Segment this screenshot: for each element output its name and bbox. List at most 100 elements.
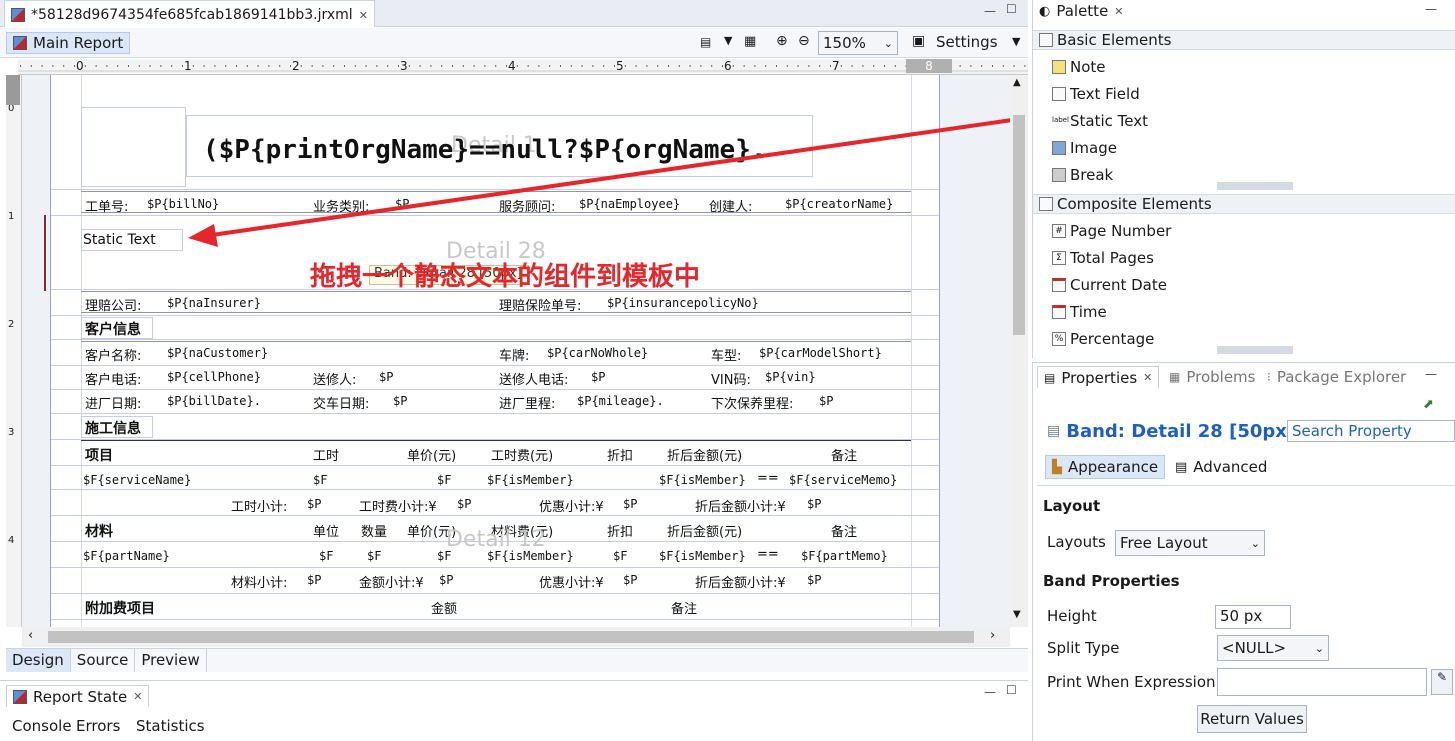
tab-design[interactable]: Design <box>6 649 71 672</box>
search-property-input[interactable]: Search Property <box>1287 420 1455 442</box>
scroll-thumb[interactable] <box>1013 115 1025 335</box>
palette-item-label: Text Field <box>1070 85 1140 103</box>
minimize-icon[interactable]: — <box>1425 367 1437 381</box>
clock-calendar-icon <box>1052 305 1066 319</box>
minimize-icon[interactable]: — <box>984 685 996 699</box>
scroll-up-icon[interactable]: ▲ <box>1013 77 1021 88</box>
tab-advanced-label: Advanced <box>1193 458 1268 476</box>
scroll-thumb[interactable] <box>48 631 974 643</box>
palette-group-basic[interactable]: Basic Elements <box>1033 30 1455 50</box>
composite-elements-label: Composite Elements <box>1057 195 1212 213</box>
pin-icon[interactable]: ⬈ <box>1423 397 1434 412</box>
return-values-button[interactable]: Return Values <box>1197 705 1307 733</box>
palette-group-composite[interactable]: Composite Elements <box>1033 194 1455 214</box>
scroll-down-icon[interactable]: ▼ <box>1013 609 1021 620</box>
properties-icon: ▤ <box>1044 370 1056 385</box>
tab-source[interactable]: Source <box>71 649 136 672</box>
band-section-title: Band Properties <box>1043 572 1180 590</box>
layouts-select[interactable]: Free Layout ⌄ <box>1115 530 1265 556</box>
vertical-scrollbar[interactable]: ▲ ▼ <box>1010 75 1028 627</box>
palette-item-label: Break <box>1070 166 1114 184</box>
basic-elements-icon <box>1039 33 1053 47</box>
palette-scroll-handle[interactable] <box>1217 182 1293 190</box>
palette-item-label: Total Pages <box>1070 249 1154 267</box>
layout-section-title: Layout <box>1043 497 1101 515</box>
image-icon <box>1052 141 1066 155</box>
scroll-left-icon[interactable]: ‹ <box>28 628 33 643</box>
divider <box>1037 485 1455 486</box>
report-state-title: Report State <box>33 687 128 706</box>
palette-item-label: Static Text <box>1070 112 1148 130</box>
hash-icon: # <box>1052 224 1066 238</box>
problems-icon: ▦ <box>1169 370 1181 384</box>
layouts-value: Free Layout <box>1120 534 1208 552</box>
expression-editor-icon[interactable]: ✎ <box>1431 669 1453 695</box>
chevron-down-icon: ⌄ <box>1250 536 1260 550</box>
minimize-icon[interactable]: — <box>1425 2 1437 16</box>
close-icon[interactable]: ✕ <box>1114 5 1123 18</box>
palette-item-label: Time <box>1070 303 1107 321</box>
tab-errors[interactable]: Errors <box>76 717 120 735</box>
palette-scroll-handle[interactable] <box>1217 346 1293 354</box>
basic-elements-label: Basic Elements <box>1057 31 1172 49</box>
band-title: Band: Detail 28 [50px] <box>1066 420 1296 442</box>
palette-item-break[interactable]: Break <box>1052 166 1113 184</box>
palette-item-total-pages[interactable]: Σ Total Pages <box>1052 249 1154 267</box>
palette-item-percentage[interactable]: % Percentage <box>1052 330 1154 348</box>
palette-item-label: Note <box>1070 58 1106 76</box>
tab-console[interactable]: Console <box>12 717 72 735</box>
close-icon[interactable]: ✕ <box>133 690 142 703</box>
close-icon[interactable]: ✕ <box>1143 371 1152 384</box>
print-when-input[interactable] <box>1217 668 1427 696</box>
break-icon <box>1052 168 1066 182</box>
annotation-text: 拖拽一个静态文本的组件到模板中 <box>310 262 701 292</box>
palette-tab[interactable]: ◐ Palette ✕ <box>1039 0 1124 22</box>
split-type-value: <NULL> <box>1222 639 1287 657</box>
package-icon: ⁝ <box>1267 370 1271 384</box>
palette-item-label: Current Date <box>1070 276 1167 294</box>
tab-advanced[interactable]: ▤ Advanced <box>1171 455 1271 479</box>
calendar-icon <box>1052 278 1066 292</box>
horizontal-scrollbar[interactable]: ‹ › <box>22 627 1010 647</box>
tab-properties[interactable]: ▤ Properties ✕ <box>1037 366 1160 388</box>
tab-appearance-label: Appearance <box>1068 458 1159 476</box>
percent-icon: % <box>1052 332 1066 346</box>
tab-statistics[interactable]: Statistics <box>136 717 205 735</box>
maximize-icon[interactable]: ☐ <box>1006 683 1017 697</box>
static-text-icon: label <box>1052 114 1069 128</box>
annotation-arrowhead <box>188 224 218 247</box>
scroll-right-icon[interactable]: › <box>990 628 995 643</box>
tab-problems[interactable]: ▦ Problems <box>1169 366 1255 388</box>
note-icon <box>1052 60 1066 74</box>
report-state-icon <box>13 689 27 704</box>
palette-item-time[interactable]: Time <box>1052 303 1107 321</box>
height-label: Height <box>1047 607 1097 625</box>
palette-item-page-number[interactable]: # Page Number <box>1052 222 1171 240</box>
palette-item-current-date[interactable]: Current Date <box>1052 276 1167 294</box>
height-input[interactable]: 50 px <box>1215 605 1291 629</box>
advanced-icon: ▤ <box>1175 459 1188 475</box>
palette-item-text-field[interactable]: Text Field <box>1052 85 1140 103</box>
band-icon: ▤ <box>1047 423 1061 439</box>
palette-item-image[interactable]: Image <box>1052 139 1117 157</box>
tab-preview[interactable]: Preview <box>135 649 207 672</box>
layouts-label: Layouts <box>1047 533 1106 551</box>
properties-panel: ▤ Properties ✕ ▦ Problems ⁝ Package Expl… <box>1032 362 1455 741</box>
palette-item-label: Page Number <box>1070 222 1172 240</box>
split-type-select[interactable]: <NULL> ⌄ <box>1217 635 1329 661</box>
tab-package-explorer[interactable]: ⁝ Package Explorer <box>1267 366 1406 388</box>
appearance-icon: ▙ <box>1052 459 1062 475</box>
tab-appearance[interactable]: ▙ Appearance <box>1045 455 1166 479</box>
palette-item-label: Percentage <box>1070 330 1155 348</box>
palette-item-note[interactable]: Note <box>1052 58 1106 76</box>
editor-mode-tabs: Design Source Preview <box>6 648 1028 672</box>
text-field-icon <box>1052 87 1066 101</box>
tab-problems-label: Problems <box>1186 368 1256 386</box>
report-state-tab[interactable]: Report State ✕ <box>6 685 150 707</box>
annotation-arrow <box>204 116 1027 238</box>
split-type-label: Split Type <box>1047 639 1120 657</box>
tab-properties-label: Properties <box>1061 368 1138 387</box>
tab-package-label: Package Explorer <box>1276 368 1407 386</box>
chevron-down-icon: ⌄ <box>1314 641 1324 655</box>
palette-item-static-text[interactable]: label Static Text <box>1052 112 1148 130</box>
